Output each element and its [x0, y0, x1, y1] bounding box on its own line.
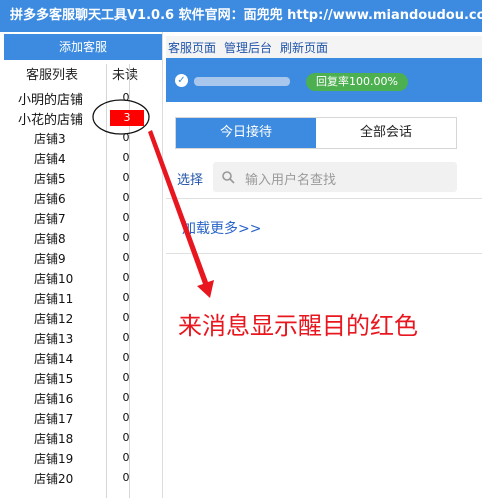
nav-refresh[interactable]: 刷新页面: [280, 39, 328, 56]
shop-row[interactable]: 店铺7 0: [4, 208, 162, 228]
column-header-unread: 未读: [112, 68, 139, 83]
tab-all[interactable]: 全部会话: [316, 118, 456, 148]
unread-count: 0: [122, 371, 130, 384]
shop-row[interactable]: 店铺14 0: [4, 348, 162, 368]
shop-row[interactable]: 店铺16 0: [4, 388, 162, 408]
select-link[interactable]: 选择: [177, 169, 203, 188]
shop-name: 店铺12: [34, 312, 74, 326]
shop-row[interactable]: 店铺3 0: [4, 128, 162, 148]
unread-count: 0: [122, 471, 130, 484]
account-status-bar: ✓ 回复率100.00%: [166, 58, 482, 102]
shop-name: 店铺11: [34, 292, 74, 306]
shop-name: 店铺16: [34, 392, 74, 406]
shop-row[interactable]: 店铺18 0: [4, 428, 162, 448]
unread-count: 0: [122, 191, 130, 204]
divider: [166, 198, 482, 199]
shop-row[interactable]: 小明的店铺 0: [4, 88, 162, 108]
unread-count: 0: [122, 351, 130, 364]
check-icon: ✓: [175, 74, 188, 87]
search-placeholder: 输入用户名查找: [245, 173, 337, 188]
divider: [166, 253, 482, 254]
blurred-account-name: [194, 77, 290, 86]
unread-count: 0: [122, 151, 130, 164]
shop-row[interactable]: 店铺20 0: [4, 468, 162, 488]
shop-row[interactable]: 店铺13 0: [4, 328, 162, 348]
unread-count: 0: [122, 211, 130, 224]
shop-row[interactable]: 小花的店铺 3: [4, 108, 162, 128]
session-tabs: 今日接待 全部会话: [175, 117, 457, 149]
unread-count: 0: [122, 291, 130, 304]
unread-count: 0: [122, 131, 130, 144]
shop-row[interactable]: 店铺6 0: [4, 188, 162, 208]
shop-name: 店铺4: [34, 152, 66, 166]
shop-row[interactable]: 店铺17 0: [4, 408, 162, 428]
unread-count: 0: [122, 271, 130, 284]
annotation-text: 来消息显示醒目的红色: [178, 312, 418, 340]
tab-today[interactable]: 今日接待: [176, 118, 316, 148]
unread-count: 0: [122, 171, 130, 184]
shop-name: 店铺5: [34, 172, 66, 186]
unread-count: 0: [122, 231, 130, 244]
nav-service-page[interactable]: 客服页面: [168, 39, 216, 56]
unread-count-alert: 3: [110, 110, 144, 126]
unread-count: 0: [122, 411, 130, 424]
shop-name: 店铺18: [34, 432, 74, 446]
shop-row[interactable]: 店铺12 0: [4, 308, 162, 328]
search-input[interactable]: 输入用户名查找: [213, 162, 457, 192]
search-icon: [222, 171, 235, 184]
unread-count: 0: [122, 331, 130, 344]
unread-count: 0: [122, 251, 130, 264]
shop-row[interactable]: 店铺9 0: [4, 248, 162, 268]
shop-row[interactable]: 店铺10 0: [4, 268, 162, 288]
window-title: 拼多多客服聊天工具V1.0.6 软件官网：面兜兜 http://www.mian…: [0, 0, 482, 32]
add-service-button[interactable]: 添加客服: [4, 34, 162, 60]
shop-name: 小明的店铺: [18, 93, 84, 108]
shop-name: 店铺14: [34, 352, 74, 366]
shop-name: 店铺19: [34, 452, 74, 466]
shop-name: 店铺7: [34, 212, 66, 226]
list-header: 客服列表 未读: [4, 64, 162, 84]
shop-row[interactable]: 店铺4 0: [4, 148, 162, 168]
customer-service-panel: 添加客服 客服列表 未读 小明的店铺 0 小花的店铺 3 店铺3 0 店铺4 0 店铺5 0 店铺6…: [4, 32, 163, 498]
shop-name: 店铺13: [34, 332, 74, 346]
shop-name: 店铺6: [34, 192, 66, 206]
shop-name: 店铺20: [34, 472, 74, 486]
load-more-link[interactable]: 加载更多>>: [182, 218, 261, 238]
shop-row[interactable]: 店铺11 0: [4, 288, 162, 308]
shop-name: 小花的店铺: [18, 113, 84, 128]
shop-name: 店铺15: [34, 372, 74, 386]
shop-list: 小明的店铺 0 小花的店铺 3 店铺3 0 店铺4 0 店铺5 0 店铺6 0 店铺7 0 店铺8 0 店铺9 0…: [4, 88, 162, 488]
unread-count: 0: [122, 391, 130, 404]
unread-count: 0: [122, 451, 130, 464]
column-header-list: 客服列表: [26, 68, 79, 83]
shop-name: 店铺9: [34, 252, 66, 266]
shop-row[interactable]: 店铺8 0: [4, 228, 162, 248]
shop-name: 店铺17: [34, 412, 74, 426]
unread-count: 0: [122, 91, 130, 104]
reply-rate-badge: 回复率100.00%: [306, 73, 408, 91]
shop-row[interactable]: 店铺15 0: [4, 368, 162, 388]
shop-row[interactable]: 店铺19 0: [4, 448, 162, 468]
shop-name: 店铺3: [34, 132, 66, 146]
unread-count: 0: [122, 431, 130, 444]
shop-name: 店铺8: [34, 232, 66, 246]
shop-row[interactable]: 店铺5 0: [4, 168, 162, 188]
shop-name: 店铺10: [34, 272, 74, 286]
top-nav: 客服页面 管理后台 刷新页面: [166, 36, 482, 58]
nav-admin[interactable]: 管理后台: [224, 39, 272, 56]
unread-count: 0: [122, 311, 130, 324]
